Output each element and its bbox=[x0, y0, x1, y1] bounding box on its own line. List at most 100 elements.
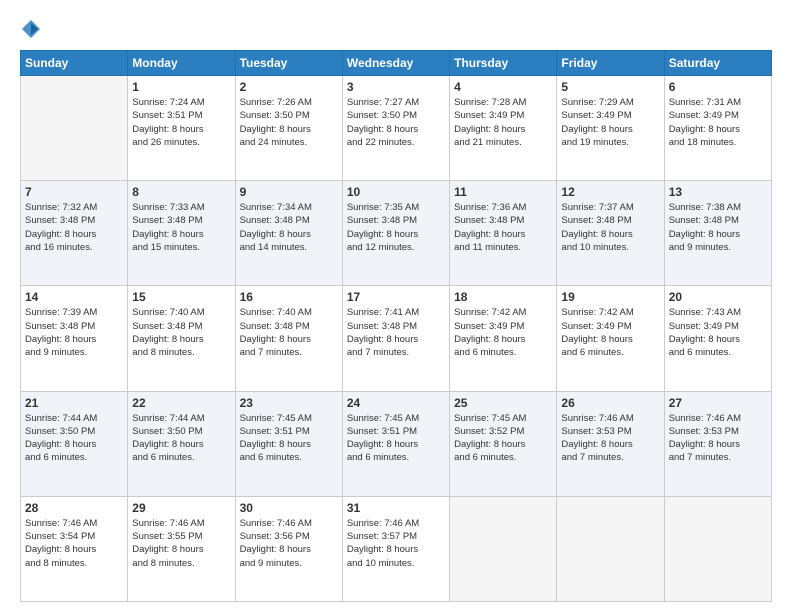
day-number: 25 bbox=[454, 396, 552, 410]
calendar-cell: 15Sunrise: 7:40 AM Sunset: 3:48 PM Dayli… bbox=[128, 286, 235, 391]
day-number: 30 bbox=[240, 501, 338, 515]
logo-icon bbox=[20, 18, 42, 40]
day-number: 13 bbox=[669, 185, 767, 199]
cell-info: Sunrise: 7:33 AM Sunset: 3:48 PM Dayligh… bbox=[132, 201, 230, 254]
calendar-cell: 9 Sunrise: 7:34 AM Sunset: 3:48 PM Daylig… bbox=[235, 181, 342, 286]
calendar-week-row: 28 Sunrise: 7:46 AM Sunset: 3:54 PM Dayli… bbox=[21, 496, 772, 601]
day-number: 24 bbox=[347, 396, 445, 410]
weekday-header: Saturday bbox=[664, 51, 771, 76]
weekday-header: Wednesday bbox=[342, 51, 449, 76]
cell-info: Sunrise: 7:28 AM Sunset: 3:49 PM Dayligh… bbox=[454, 96, 552, 149]
weekday-header: Thursday bbox=[450, 51, 557, 76]
day-number: 23 bbox=[240, 396, 338, 410]
calendar-cell: 23 Sunrise: 7:45 AM Sunset: 3:51 PM Dayli… bbox=[235, 391, 342, 496]
calendar-cell: 29Sunrise: 7:46 AM Sunset: 3:55 PM Dayli… bbox=[128, 496, 235, 601]
calendar-cell: 24 Sunrise: 7:45 AM Sunset: 3:51 PM Dayli… bbox=[342, 391, 449, 496]
day-number: 12 bbox=[561, 185, 659, 199]
calendar-week-row: 7 Sunrise: 7:32 AM Sunset: 3:48 PM Daylig… bbox=[21, 181, 772, 286]
day-number: 10 bbox=[347, 185, 445, 199]
calendar-cell: 20 Sunrise: 7:43 AM Sunset: 3:49 PM Dayli… bbox=[664, 286, 771, 391]
calendar-cell: 10 Sunrise: 7:35 AM Sunset: 3:48 PM Dayli… bbox=[342, 181, 449, 286]
day-number: 28 bbox=[25, 501, 123, 515]
cell-info: Sunrise: 7:45 AM Sunset: 3:51 PM Dayligh… bbox=[347, 412, 445, 465]
cell-info: Sunrise: 7:42 AM Sunset: 3:49 PM Dayligh… bbox=[454, 306, 552, 359]
cell-info: Sunrise: 7:41 AM Sunset: 3:48 PM Dayligh… bbox=[347, 306, 445, 359]
weekday-header: Sunday bbox=[21, 51, 128, 76]
calendar-week-row: 1 Sunrise: 7:24 AM Sunset: 3:51 PM Daylig… bbox=[21, 76, 772, 181]
day-number: 26 bbox=[561, 396, 659, 410]
day-number: 20 bbox=[669, 290, 767, 304]
calendar-cell: 13 Sunrise: 7:38 AM Sunset: 3:48 PM Dayli… bbox=[664, 181, 771, 286]
cell-info: Sunrise: 7:38 AM Sunset: 3:48 PM Dayligh… bbox=[669, 201, 767, 254]
day-number: 18 bbox=[454, 290, 552, 304]
cell-info: Sunrise: 7:24 AM Sunset: 3:51 PM Dayligh… bbox=[132, 96, 230, 149]
day-number: 1 bbox=[132, 80, 230, 94]
header bbox=[20, 18, 772, 40]
calendar-cell: 6 Sunrise: 7:31 AM Sunset: 3:49 PM Daylig… bbox=[664, 76, 771, 181]
day-number: 31 bbox=[347, 501, 445, 515]
calendar-cell: 8 Sunrise: 7:33 AM Sunset: 3:48 PM Daylig… bbox=[128, 181, 235, 286]
cell-info: Sunrise: 7:35 AM Sunset: 3:48 PM Dayligh… bbox=[347, 201, 445, 254]
cell-info: Sunrise: 7:44 AM Sunset: 3:50 PM Dayligh… bbox=[132, 412, 230, 465]
cell-info: Sunrise: 7:40 AM Sunset: 3:48 PM Dayligh… bbox=[240, 306, 338, 359]
day-number: 15 bbox=[132, 290, 230, 304]
calendar-cell bbox=[21, 76, 128, 181]
cell-info: Sunrise: 7:32 AM Sunset: 3:48 PM Dayligh… bbox=[25, 201, 123, 254]
day-number: 9 bbox=[240, 185, 338, 199]
day-number: 3 bbox=[347, 80, 445, 94]
calendar-cell: 17 Sunrise: 7:41 AM Sunset: 3:48 PM Dayli… bbox=[342, 286, 449, 391]
cell-info: Sunrise: 7:46 AM Sunset: 3:55 PM Dayligh… bbox=[132, 517, 230, 570]
cell-info: Sunrise: 7:31 AM Sunset: 3:49 PM Dayligh… bbox=[669, 96, 767, 149]
cell-info: Sunrise: 7:27 AM Sunset: 3:50 PM Dayligh… bbox=[347, 96, 445, 149]
calendar-cell: 2 Sunrise: 7:26 AM Sunset: 3:50 PM Daylig… bbox=[235, 76, 342, 181]
cell-info: Sunrise: 7:39 AM Sunset: 3:48 PM Dayligh… bbox=[25, 306, 123, 359]
day-number: 7 bbox=[25, 185, 123, 199]
day-number: 4 bbox=[454, 80, 552, 94]
cell-info: Sunrise: 7:45 AM Sunset: 3:51 PM Dayligh… bbox=[240, 412, 338, 465]
day-number: 11 bbox=[454, 185, 552, 199]
cell-info: Sunrise: 7:46 AM Sunset: 3:56 PM Dayligh… bbox=[240, 517, 338, 570]
cell-info: Sunrise: 7:34 AM Sunset: 3:48 PM Dayligh… bbox=[240, 201, 338, 254]
weekday-header: Tuesday bbox=[235, 51, 342, 76]
calendar-cell: 16 Sunrise: 7:40 AM Sunset: 3:48 PM Dayli… bbox=[235, 286, 342, 391]
calendar-cell: 5Sunrise: 7:29 AM Sunset: 3:49 PM Daylig… bbox=[557, 76, 664, 181]
calendar-header-row: SundayMondayTuesdayWednesdayThursdayFrid… bbox=[21, 51, 772, 76]
logo bbox=[20, 18, 44, 40]
cell-info: Sunrise: 7:45 AM Sunset: 3:52 PM Dayligh… bbox=[454, 412, 552, 465]
day-number: 19 bbox=[561, 290, 659, 304]
cell-info: Sunrise: 7:42 AM Sunset: 3:49 PM Dayligh… bbox=[561, 306, 659, 359]
calendar-cell: 18 Sunrise: 7:42 AM Sunset: 3:49 PM Dayli… bbox=[450, 286, 557, 391]
calendar-cell: 26Sunrise: 7:46 AM Sunset: 3:53 PM Dayli… bbox=[557, 391, 664, 496]
calendar-cell bbox=[664, 496, 771, 601]
calendar-week-row: 14 Sunrise: 7:39 AM Sunset: 3:48 PM Dayli… bbox=[21, 286, 772, 391]
day-number: 27 bbox=[669, 396, 767, 410]
day-number: 8 bbox=[132, 185, 230, 199]
calendar-cell: 14 Sunrise: 7:39 AM Sunset: 3:48 PM Dayli… bbox=[21, 286, 128, 391]
cell-info: Sunrise: 7:44 AM Sunset: 3:50 PM Dayligh… bbox=[25, 412, 123, 465]
calendar-cell bbox=[450, 496, 557, 601]
cell-info: Sunrise: 7:26 AM Sunset: 3:50 PM Dayligh… bbox=[240, 96, 338, 149]
calendar-cell bbox=[557, 496, 664, 601]
day-number: 6 bbox=[669, 80, 767, 94]
day-number: 17 bbox=[347, 290, 445, 304]
page: SundayMondayTuesdayWednesdayThursdayFrid… bbox=[0, 0, 792, 612]
calendar-cell: 28 Sunrise: 7:46 AM Sunset: 3:54 PM Dayli… bbox=[21, 496, 128, 601]
calendar-cell: 31 Sunrise: 7:46 AM Sunset: 3:57 PM Dayli… bbox=[342, 496, 449, 601]
calendar-cell: 12 Sunrise: 7:37 AM Sunset: 3:48 PM Dayli… bbox=[557, 181, 664, 286]
day-number: 21 bbox=[25, 396, 123, 410]
calendar-cell: 11Sunrise: 7:36 AM Sunset: 3:48 PM Dayli… bbox=[450, 181, 557, 286]
cell-info: Sunrise: 7:43 AM Sunset: 3:49 PM Dayligh… bbox=[669, 306, 767, 359]
cell-info: Sunrise: 7:46 AM Sunset: 3:57 PM Dayligh… bbox=[347, 517, 445, 570]
calendar-cell: 21 Sunrise: 7:44 AM Sunset: 3:50 PM Dayli… bbox=[21, 391, 128, 496]
cell-info: Sunrise: 7:37 AM Sunset: 3:48 PM Dayligh… bbox=[561, 201, 659, 254]
calendar-week-row: 21 Sunrise: 7:44 AM Sunset: 3:50 PM Dayli… bbox=[21, 391, 772, 496]
day-number: 14 bbox=[25, 290, 123, 304]
day-number: 16 bbox=[240, 290, 338, 304]
calendar-cell: 7 Sunrise: 7:32 AM Sunset: 3:48 PM Daylig… bbox=[21, 181, 128, 286]
weekday-header: Monday bbox=[128, 51, 235, 76]
weekday-header: Friday bbox=[557, 51, 664, 76]
cell-info: Sunrise: 7:46 AM Sunset: 3:54 PM Dayligh… bbox=[25, 517, 123, 570]
day-number: 2 bbox=[240, 80, 338, 94]
day-number: 22 bbox=[132, 396, 230, 410]
calendar-cell: 30 Sunrise: 7:46 AM Sunset: 3:56 PM Dayli… bbox=[235, 496, 342, 601]
